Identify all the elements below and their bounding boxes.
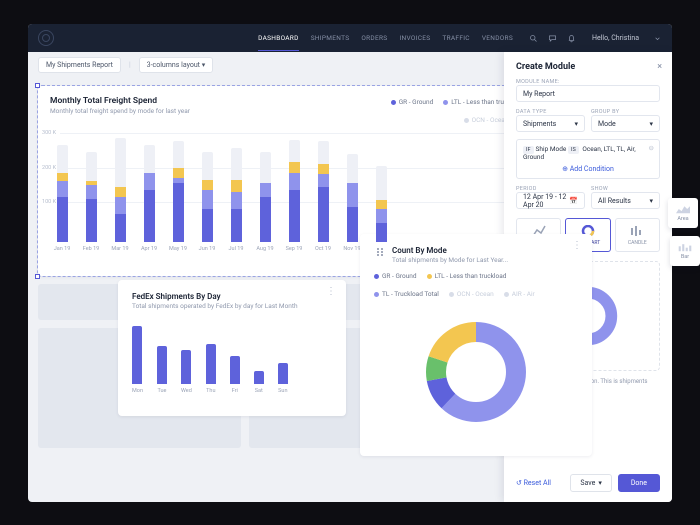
chat-icon[interactable] [548, 34, 557, 43]
group-by-select[interactable]: Mode▾ [591, 115, 660, 132]
topbar: DASHBOARD SHIPMENTS ORDERS INVOICES TRAFFIC V… [28, 24, 672, 52]
nav-dashboard[interactable]: DASHBOARD [258, 34, 299, 51]
add-condition-link[interactable]: ⊕ Add Condition [523, 165, 653, 173]
chart-type-area[interactable]: Area [668, 198, 698, 228]
chart-title: Monthly Total Freight Spend [50, 96, 190, 106]
chevron-down-icon[interactable] [653, 34, 662, 43]
period-select[interactable]: 12 Apr 19 - 12 Apr 20📅 [516, 192, 585, 209]
condition-row[interactable]: IFShip Mode IS Ocean, LTL, TL, Air, Grou… [516, 139, 660, 179]
fedex-bars: MonTueWedThuFriSatSun [132, 320, 332, 394]
chart-type-bar[interactable]: Bar [670, 236, 700, 266]
primary-nav: DASHBOARDSHIPMENTSORDERSINVOICESTRAFFICV… [252, 34, 519, 42]
data-type-select[interactable]: Shipments▾ [516, 115, 585, 132]
save-button[interactable]: Save ▾ [570, 474, 612, 492]
panel-title: Create Module [516, 62, 660, 72]
done-button[interactable]: Done [618, 474, 660, 492]
reset-all-link[interactable]: ↺ Reset All [516, 479, 551, 487]
nav-traffic[interactable]: TRAFFIC [442, 34, 469, 42]
topbar-icons: Hello, Christina [529, 34, 662, 43]
nav-orders[interactable]: ORDERS [361, 34, 387, 42]
layout-select[interactable]: 3-columns layout ▾ [139, 57, 214, 73]
show-select[interactable]: All Results▾ [591, 192, 660, 209]
report-name-pill[interactable]: My Shipments Report [38, 57, 121, 73]
nav-vendors[interactable]: VENDORS [482, 34, 513, 42]
bell-icon[interactable] [567, 34, 576, 43]
chart-subtitle: Monthly total freight spend by mode for … [50, 107, 190, 115]
more-icon[interactable]: ⋮ [572, 244, 582, 248]
module-name-input[interactable]: My Report [516, 85, 660, 102]
count-by-mode-card[interactable]: ⋮ Count By Mode Total shipments by Mode … [360, 234, 592, 456]
nav-shipments[interactable]: SHIPMENTS [311, 34, 350, 42]
search-icon[interactable] [529, 34, 538, 43]
nav-invoices[interactable]: INVOICES [399, 34, 430, 42]
logo-icon [38, 30, 54, 46]
user-greeting[interactable]: Hello, Christina [592, 34, 639, 42]
drag-icon[interactable] [374, 246, 386, 258]
pie-legend: GR - GroundLTL - Less than truckloadTL -… [374, 272, 578, 298]
donut-chart [416, 312, 536, 432]
chart-type-candle[interactable]: CANDLE [615, 218, 660, 252]
close-icon[interactable]: × [657, 62, 662, 72]
fedex-card[interactable]: ⋮ FedEx Shipments By Day Total shipments… [118, 280, 346, 416]
more-icon[interactable]: ⋮ [326, 290, 336, 294]
